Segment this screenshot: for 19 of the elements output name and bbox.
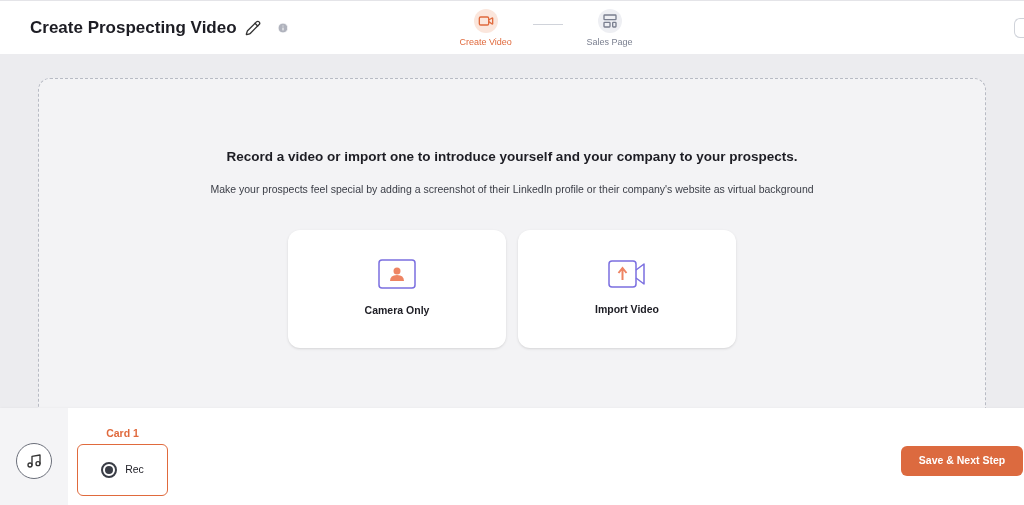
music-note-icon <box>26 452 42 469</box>
step-tab[interactable]: Create Video <box>450 9 521 50</box>
pencil-icon <box>244 19 261 36</box>
music-button[interactable] <box>16 442 52 479</box>
option-card[interactable]: Import Video <box>518 230 736 348</box>
layout-icon <box>601 13 618 30</box>
record-icon <box>101 462 118 478</box>
video-upload-icon <box>608 260 646 289</box>
option-card[interactable]: Camera Only <box>288 230 506 348</box>
card-title: Card 1 <box>106 427 139 440</box>
page-title: Create Prospecting Video <box>30 16 237 39</box>
person-frame-icon <box>378 259 416 290</box>
info-icon <box>276 21 289 34</box>
step-tab[interactable]: Sales Page <box>574 9 645 50</box>
intro-text: Make your prospects feel special by adding a screenshot of their LinkedIn profile or their company's website as virtual background <box>210 182 814 198</box>
panel-toggle-button[interactable] <box>1014 17 1024 38</box>
intro-heading: Record a video or import one to introduce yourself and your company to your prospects. <box>226 148 798 166</box>
card-item[interactable]: Rec <box>77 444 168 496</box>
edit-button[interactable] <box>244 19 261 36</box>
